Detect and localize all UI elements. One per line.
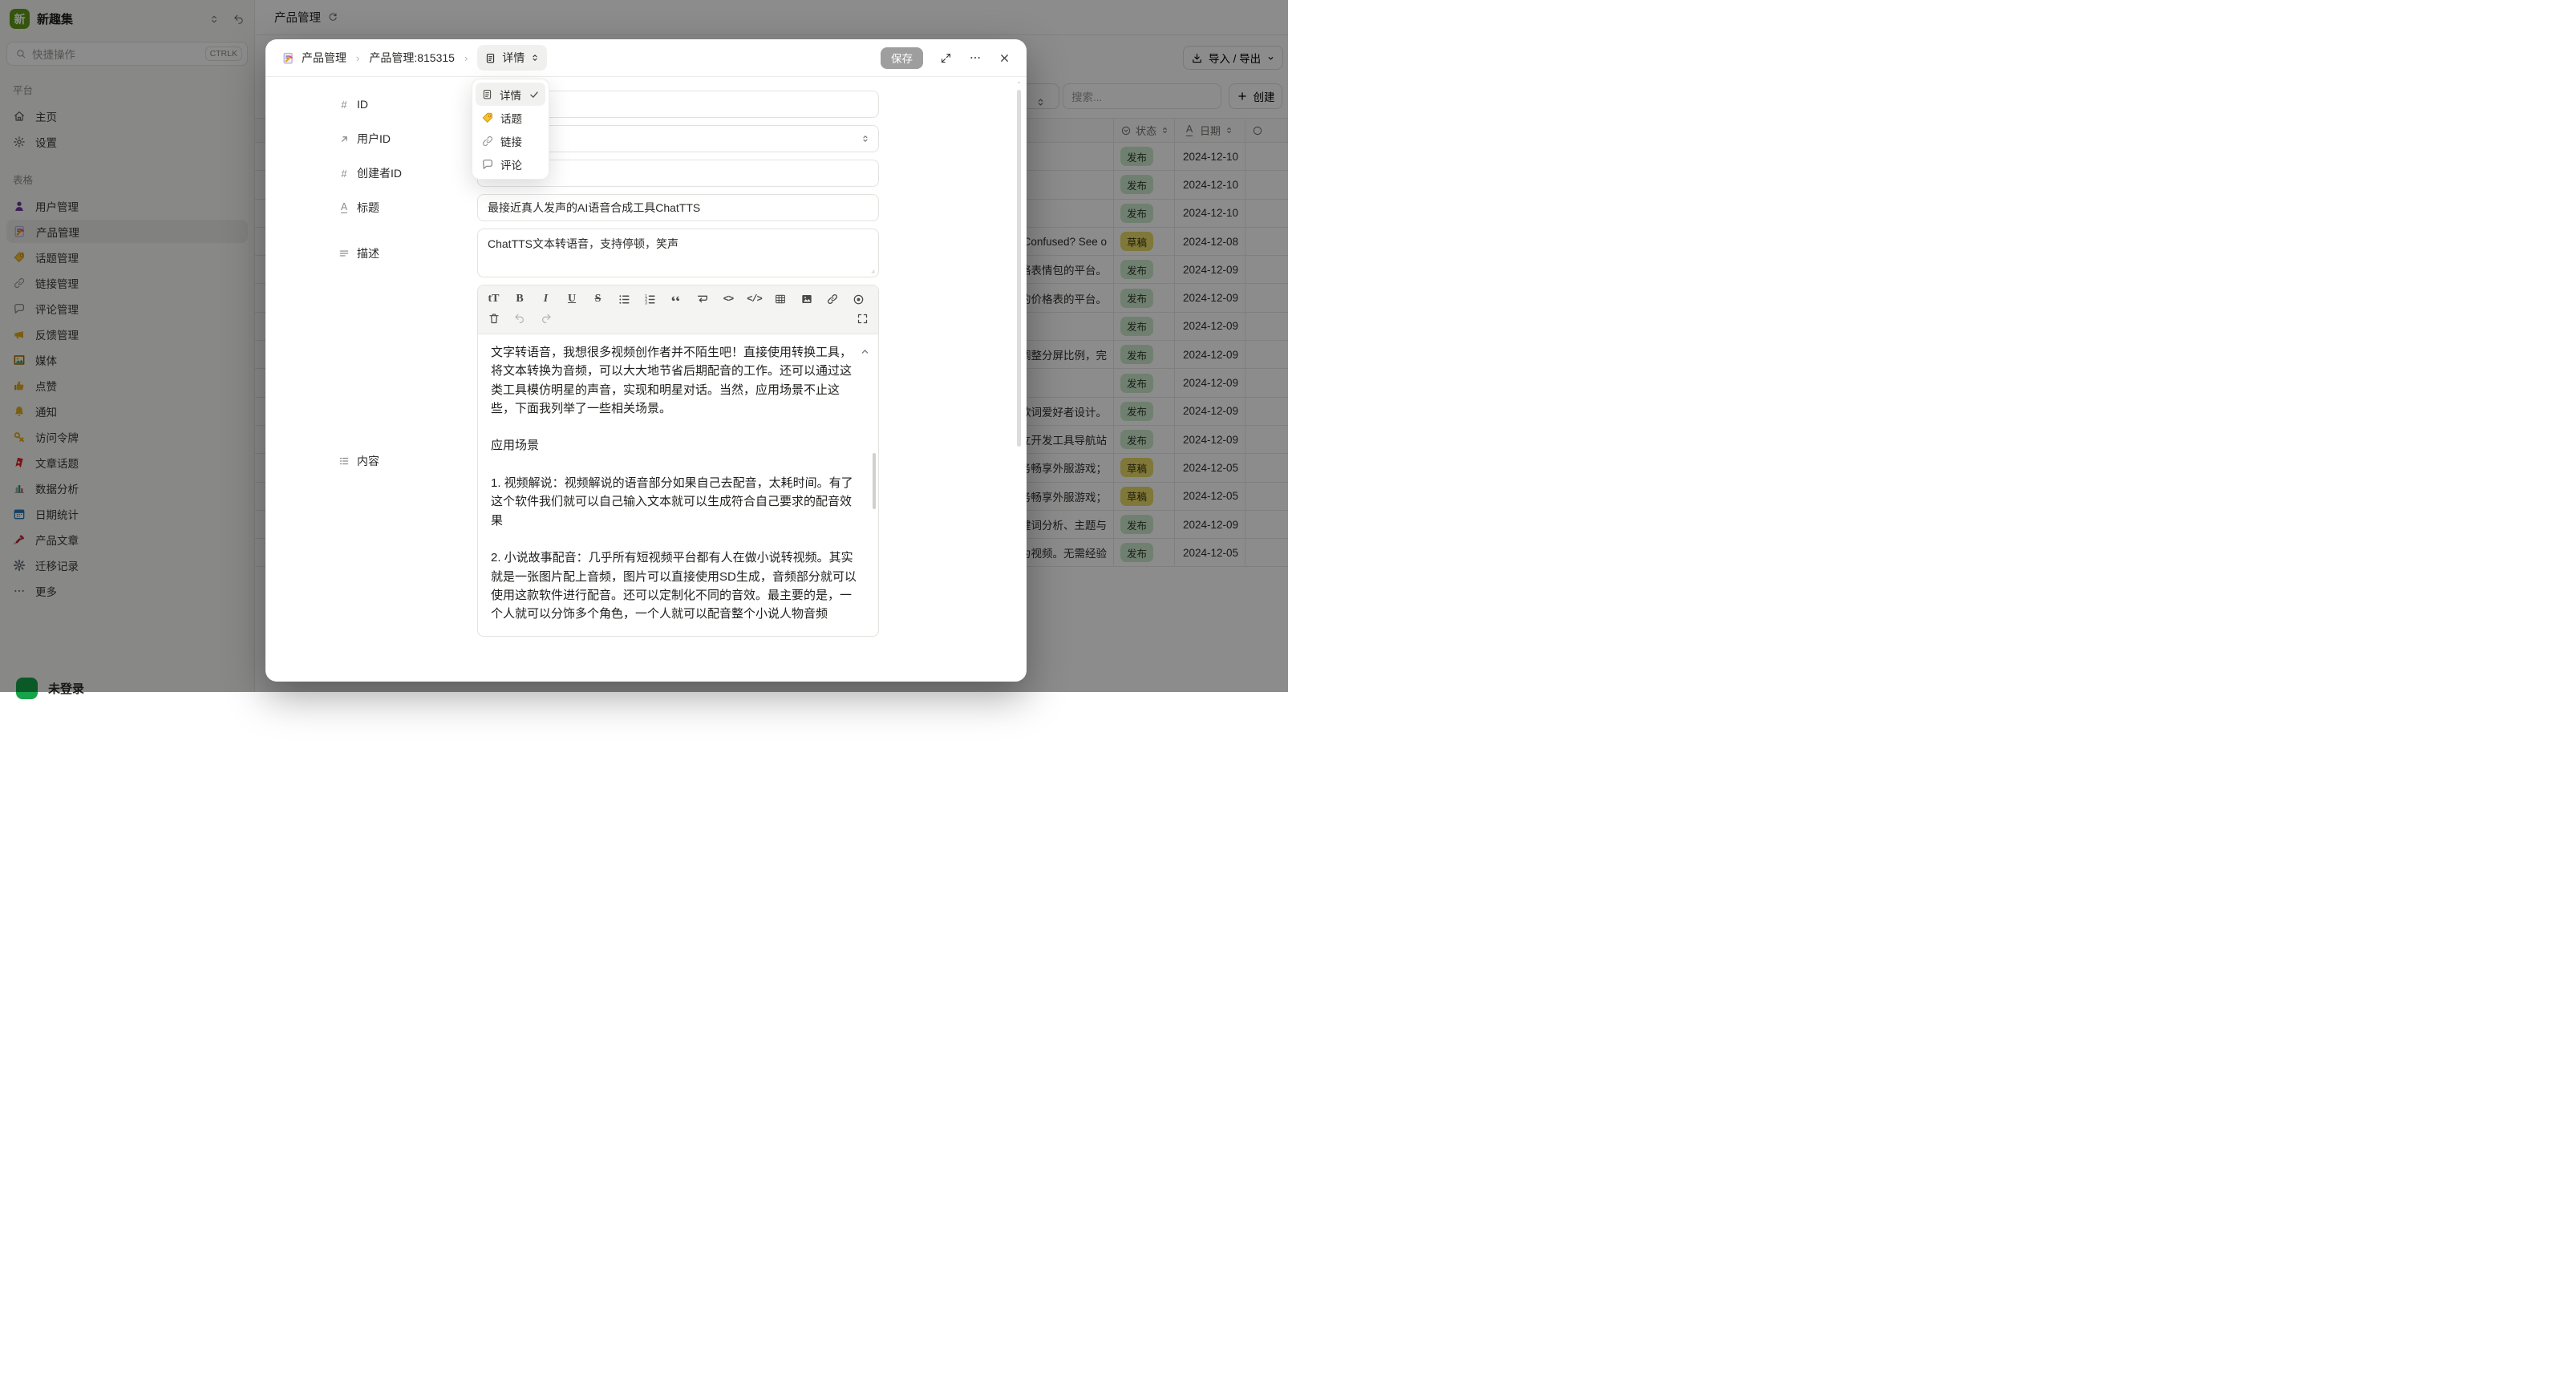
redo-icon[interactable] — [538, 311, 553, 326]
dropdown-item-label: 评论 — [500, 156, 522, 172]
hash-icon: # — [338, 168, 350, 180]
fullscreen-icon[interactable] — [855, 311, 870, 326]
field-label-text: 内容 — [357, 453, 379, 469]
doc-lines-icon — [484, 52, 496, 64]
font-size-icon[interactable]: tT — [486, 292, 501, 307]
form-row-内容: 内容 tT BIUS 123 <> </> 文字转语音，我想很多视频创作者并不陌生吧！直接使… — [338, 285, 1027, 637]
editor-paragraph: 2. 小说故事配音：几乎所有短视频平台都有人在做小说转视频。其实就是一张图片配上… — [491, 548, 857, 623]
breadcrumb-record[interactable]: 产品管理:815315 — [369, 50, 455, 66]
field-label: 内容 — [338, 453, 477, 469]
align-lines-icon — [338, 248, 350, 259]
breadcrumb-table[interactable]: 产品管理 — [302, 50, 346, 66]
scrollbar-up-icon[interactable] — [1015, 79, 1023, 86]
collapse-caret-icon[interactable] — [859, 346, 871, 358]
underline-icon[interactable]: U — [565, 292, 580, 307]
dropdown-item-详情[interactable]: 详情 — [476, 83, 545, 106]
svg-text:3: 3 — [645, 301, 647, 306]
resize-handle-icon[interactable] — [868, 266, 876, 274]
inline-code-icon[interactable]: <> — [721, 292, 736, 307]
editor-paragraph — [491, 623, 857, 636]
form-row-ID: # ID — [338, 91, 1027, 118]
save-button[interactable]: 保存 — [881, 47, 923, 69]
doc-lines-icon — [481, 88, 493, 100]
strikethrough-icon[interactable]: S — [590, 292, 606, 307]
expand-icon[interactable] — [940, 52, 952, 64]
editor-paragraph: 文字转语音，我想很多视频创作者并不陌生吧！直接使用转换工具，将文本转换为音频，可… — [491, 343, 857, 418]
check-icon — [529, 89, 540, 100]
editor-scrollbar-thumb[interactable] — [873, 453, 876, 509]
modal-header: 产品管理 › 产品管理:815315 › 详情 保存 — [265, 39, 1027, 77]
modal-scrollbar-thumb[interactable] — [1017, 90, 1021, 447]
field-label-text: 标题 — [357, 200, 379, 216]
textarea-描述[interactable]: ChatTTS文本转语音，支持停顿，笑声 — [477, 229, 879, 277]
a-underline-icon: A — [338, 202, 350, 214]
input-标题[interactable]: 最接近真人发声的AI语音合成工具ChatTTS — [477, 194, 879, 221]
doc-pencil-icon — [281, 51, 295, 65]
form-row-用户ID: 用户ID — [338, 125, 1027, 152]
dropdown-item-label: 详情 — [500, 87, 521, 103]
field-label: # 创建者ID — [338, 165, 477, 181]
close-icon[interactable] — [998, 52, 1011, 64]
editor-content[interactable]: 文字转语音，我想很多视频创作者并不陌生吧！直接使用转换工具，将文本转换为音频，可… — [478, 334, 878, 636]
view-selector-button[interactable]: 详情 — [477, 45, 547, 71]
editor-toolbar: tT BIUS 123 <> </> — [478, 285, 878, 334]
preview-eye-icon[interactable] — [851, 292, 866, 307]
chain-icon — [481, 135, 494, 148]
quote-icon[interactable] — [669, 292, 684, 307]
field-label-text: 创建者ID — [357, 165, 402, 181]
field-label: 用户ID — [338, 131, 477, 147]
field-value: 最接近真人发声的AI语音合成工具ChatTTS — [488, 200, 700, 216]
bold-icon[interactable]: B — [512, 292, 528, 307]
field-label-text: 用户ID — [357, 131, 391, 147]
field-label-text: 描述 — [357, 245, 379, 261]
delete-icon[interactable] — [486, 311, 501, 326]
field-label-text: ID — [357, 98, 368, 111]
modal-body: # ID 用户ID # 创建者ID A 标题 最接近真人发声的AI语音合成工具ChatTTS 描… — [265, 77, 1027, 682]
record-detail-modal: 产品管理 › 产品管理:815315 › 详情 保存 # ID 用户ID # 创建者ID… — [265, 39, 1027, 682]
image-icon[interactable] — [799, 292, 814, 307]
rich-text-editor: tT BIUS 123 <> </> 文字转语音，我想很多视频创作者并不陌生吧！直接使用转… — [477, 285, 879, 637]
updown-chevrons-icon — [530, 53, 540, 63]
table-icon[interactable] — [773, 292, 788, 307]
modal-scrollbar[interactable] — [1017, 82, 1021, 483]
more-actions-icon[interactable] — [969, 51, 982, 64]
undo-icon[interactable] — [512, 311, 528, 326]
form-row-描述: 描述 ChatTTS文本转语音，支持停顿，笑声 — [338, 229, 1027, 277]
editor-paragraph — [491, 530, 857, 548]
arrow-up-right-icon — [338, 134, 350, 144]
field-label: A 标题 — [338, 200, 477, 216]
bullet-list-icon[interactable] — [617, 292, 632, 307]
dropdown-item-label: 话题 — [500, 110, 522, 126]
italic-icon[interactable]: I — [538, 292, 553, 307]
updown-chevrons-icon — [861, 134, 870, 144]
hash-icon: # — [338, 99, 350, 111]
code-block-icon[interactable]: </> — [747, 292, 762, 307]
comment-bubble-icon — [481, 158, 494, 171]
view-dropdown-menu: 详情话题链接评论 — [472, 79, 549, 180]
editor-paragraph: 1. 视频解说：视频解说的语音部分如果自己去配音，太耗时间。有了这个软件我们就可… — [491, 474, 857, 530]
dropdown-item-label: 链接 — [500, 133, 522, 149]
dropdown-item-评论[interactable]: 评论 — [476, 152, 545, 176]
breadcrumb-chevron-icon: › — [356, 52, 359, 64]
field-value: ChatTTS文本转语音，支持停顿，笑声 — [488, 237, 678, 250]
editor-paragraph — [491, 418, 857, 436]
form-row-创建者ID: # 创建者ID — [338, 160, 1027, 187]
line-break-icon[interactable] — [695, 292, 710, 307]
tag-icon — [481, 111, 494, 124]
breadcrumb-chevron-icon: › — [464, 52, 468, 64]
dropdown-item-链接[interactable]: 链接 — [476, 129, 545, 152]
ordered-list-icon[interactable]: 123 — [642, 292, 658, 307]
form-row-标题: A 标题 最接近真人发声的AI语音合成工具ChatTTS — [338, 194, 1027, 221]
link-icon[interactable] — [825, 292, 840, 307]
field-label: 描述 — [338, 245, 477, 261]
list-lines-icon — [338, 455, 350, 467]
dropdown-item-话题[interactable]: 话题 — [476, 106, 545, 129]
field-label: # ID — [338, 98, 477, 111]
editor-paragraph — [491, 455, 857, 474]
editor-paragraph: 应用场景 — [491, 436, 857, 455]
